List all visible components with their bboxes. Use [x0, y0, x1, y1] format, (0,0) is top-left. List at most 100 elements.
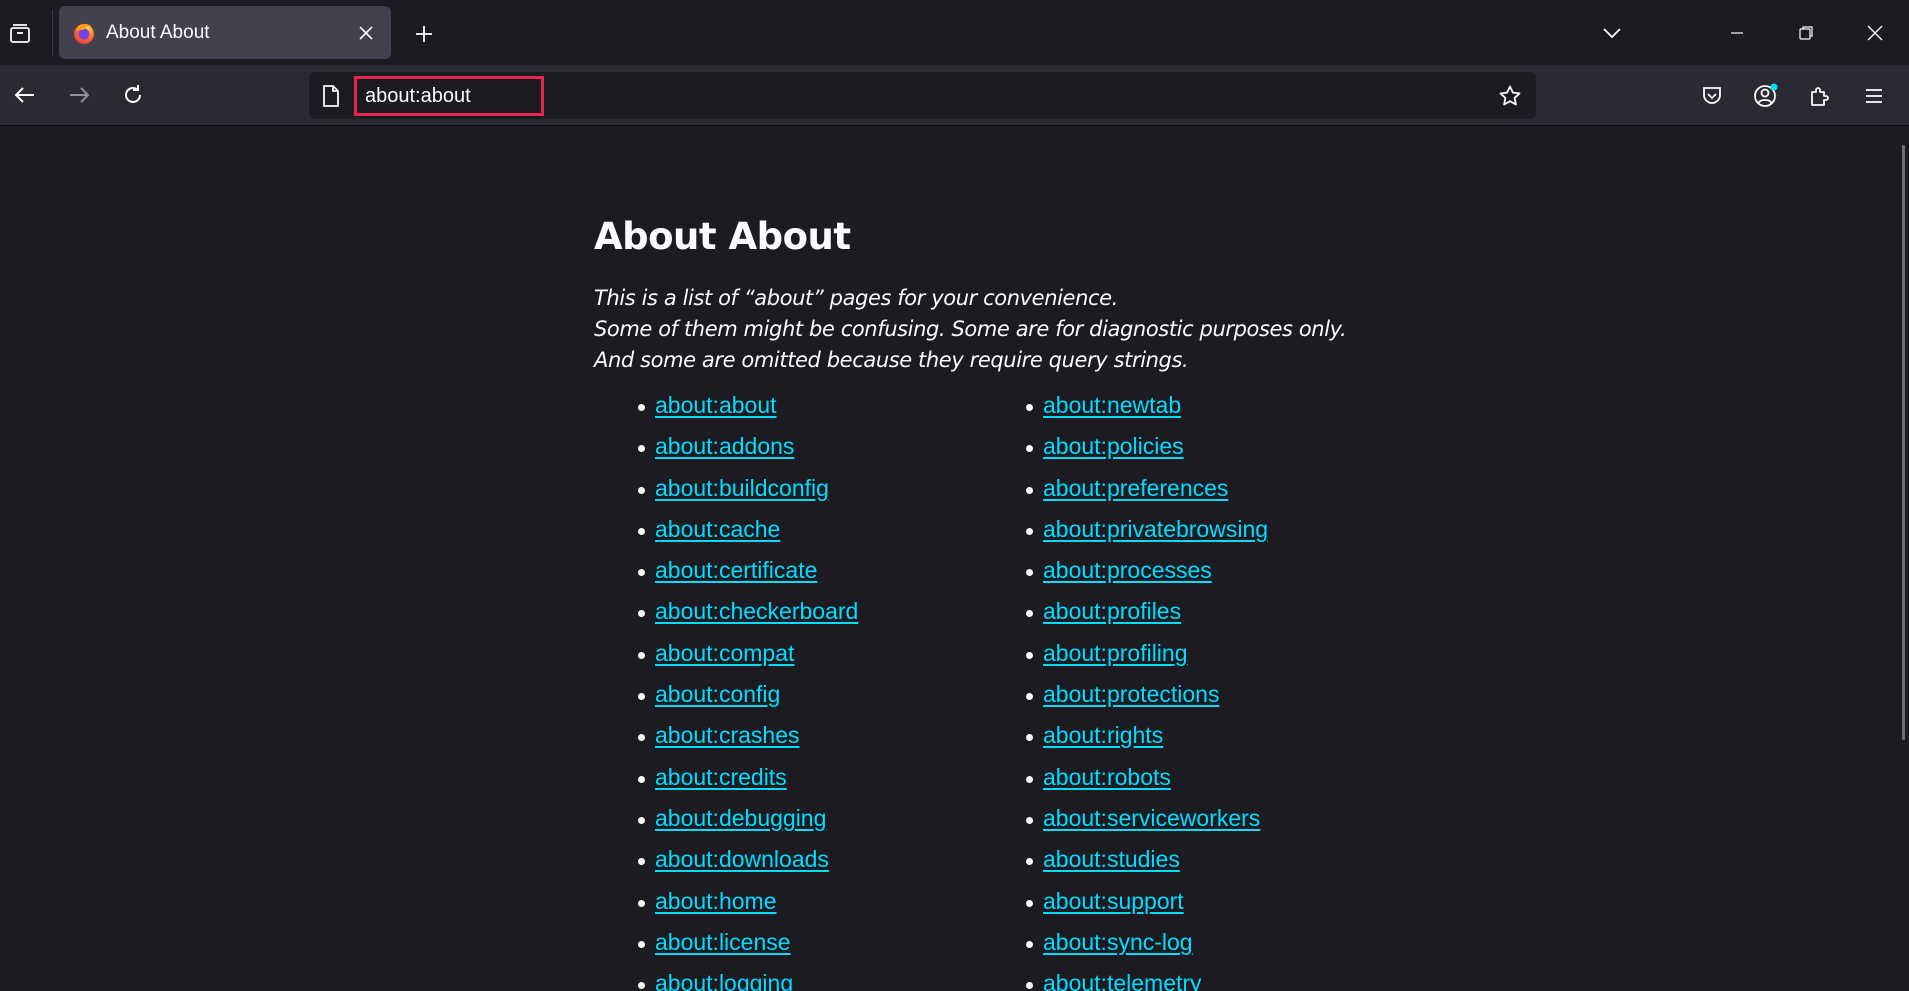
about-link[interactable]: about:robots [1043, 764, 1171, 790]
list-item: about:rights [998, 722, 1268, 763]
about-link[interactable]: about:credits [655, 764, 787, 790]
page-icon [321, 84, 343, 108]
about-link[interactable]: about:checkerboard [655, 598, 858, 624]
list-item: about:logging [610, 970, 858, 991]
firefox-logo-icon [72, 21, 96, 45]
back-button[interactable] [6, 76, 44, 114]
about-link[interactable]: about:sync-log [1043, 929, 1193, 955]
list-item: about:robots [998, 764, 1268, 805]
about-link[interactable]: about:studies [1043, 846, 1180, 872]
tab-about-about[interactable]: About About [59, 6, 391, 59]
list-item: about:sync-log [998, 929, 1268, 970]
reload-icon [125, 85, 141, 103]
url-bar[interactable] [309, 72, 1536, 119]
about-link[interactable]: about:cache [655, 516, 780, 542]
app-menu-button[interactable] [1854, 76, 1894, 116]
list-item: about:compat [610, 640, 858, 681]
window-close-button[interactable] [1848, 10, 1902, 56]
minimize-button[interactable] [1710, 10, 1764, 56]
list-item: about:addons [610, 433, 858, 474]
arrow-right-icon [70, 87, 90, 103]
restore-icon [1799, 26, 1813, 40]
list-item: about:policies [998, 433, 1268, 474]
minimize-icon [1731, 32, 1743, 34]
restore-button[interactable] [1779, 10, 1833, 56]
list-item: about:buildconfig [610, 475, 858, 516]
about-links-right-column: about:newtab about:policies about:prefer… [998, 392, 1268, 991]
intro-line: And some are omitted because they requir… [594, 348, 1189, 372]
account-button[interactable] [1746, 76, 1786, 116]
list-item: about:profiling [998, 640, 1268, 681]
list-item: about:about [610, 392, 858, 433]
about-link[interactable]: about:preferences [1043, 475, 1228, 501]
about-link[interactable]: about:profiles [1043, 598, 1181, 624]
about-link[interactable]: about:privatebrowsing [1043, 516, 1268, 542]
about-link[interactable]: about:crashes [655, 722, 799, 748]
arrow-left-icon [14, 87, 34, 103]
list-item: about:debugging [610, 805, 858, 846]
url-input[interactable] [354, 76, 544, 116]
list-item: about:config [610, 681, 858, 722]
pocket-icon [1703, 87, 1721, 104]
about-link[interactable]: about:about [655, 392, 777, 418]
list-item: about:newtab [998, 392, 1268, 433]
list-item: about:license [610, 929, 858, 970]
new-tab-button[interactable] [407, 17, 441, 51]
extensions-button[interactable] [1800, 76, 1840, 116]
plus-icon [416, 26, 432, 42]
about-link[interactable]: about:profiling [1043, 640, 1188, 666]
about-link[interactable]: about:protections [1043, 681, 1219, 707]
about-link[interactable]: about:rights [1043, 722, 1163, 748]
about-link[interactable]: about:support [1043, 888, 1184, 914]
tab-title: About About [106, 22, 210, 43]
tab-strip: About About [0, 0, 1909, 65]
about-link[interactable]: about:serviceworkers [1043, 805, 1260, 831]
intro-line: This is a list of “about” pages for your… [594, 286, 1118, 310]
about-link[interactable]: about:buildconfig [655, 475, 829, 501]
reload-button[interactable] [114, 76, 152, 114]
about-link[interactable]: about:config [655, 681, 780, 707]
hamburger-icon [1866, 89, 1882, 103]
list-item: about:privatebrowsing [998, 516, 1268, 557]
list-item: about:telemetry [998, 970, 1268, 991]
star-icon [1499, 85, 1521, 106]
list-item: about:cache [610, 516, 858, 557]
about-link[interactable]: about:home [655, 888, 776, 914]
tabstrip-divider [52, 10, 53, 56]
about-link[interactable]: about:policies [1043, 433, 1184, 459]
tab-list-button[interactable] [4, 16, 36, 52]
list-all-tabs-button[interactable] [1596, 17, 1628, 49]
about-link[interactable]: about:addons [655, 433, 794, 459]
about-link[interactable]: about:processes [1043, 557, 1212, 583]
chevron-down-icon [1603, 28, 1621, 39]
page-title: About About [594, 215, 851, 258]
list-item: about:preferences [998, 475, 1268, 516]
close-icon [1867, 25, 1883, 41]
forward-button[interactable] [60, 76, 98, 114]
list-item: about:home [610, 888, 858, 929]
about-link[interactable]: about:downloads [655, 846, 829, 872]
scrollbar[interactable] [1902, 145, 1905, 740]
pocket-button[interactable] [1692, 76, 1732, 116]
list-item: about:serviceworkers [998, 805, 1268, 846]
about-link[interactable]: about:compat [655, 640, 794, 666]
list-item: about:downloads [610, 846, 858, 887]
about-link[interactable]: about:certificate [655, 557, 817, 583]
page-content: About About This is a list of “about” pa… [0, 127, 1909, 991]
tab-close-button[interactable] [353, 20, 379, 46]
list-item: about:studies [998, 846, 1268, 887]
puzzle-icon [1811, 87, 1829, 106]
intro-line: Some of them might be confusing. Some ar… [594, 317, 1347, 341]
list-item: about:processes [998, 557, 1268, 598]
list-item: about:crashes [610, 722, 858, 763]
list-item: about:profiles [998, 598, 1268, 639]
list-item: about:checkerboard [610, 598, 858, 639]
about-link[interactable]: about:telemetry [1043, 970, 1202, 991]
about-link[interactable]: about:newtab [1043, 392, 1181, 418]
navigation-toolbar [0, 65, 1909, 126]
about-link[interactable]: about:license [655, 929, 791, 955]
about-link[interactable]: about:logging [655, 970, 793, 991]
about-link[interactable]: about:debugging [655, 805, 826, 831]
bookmark-button[interactable] [1494, 80, 1526, 112]
list-item: about:support [998, 888, 1268, 929]
